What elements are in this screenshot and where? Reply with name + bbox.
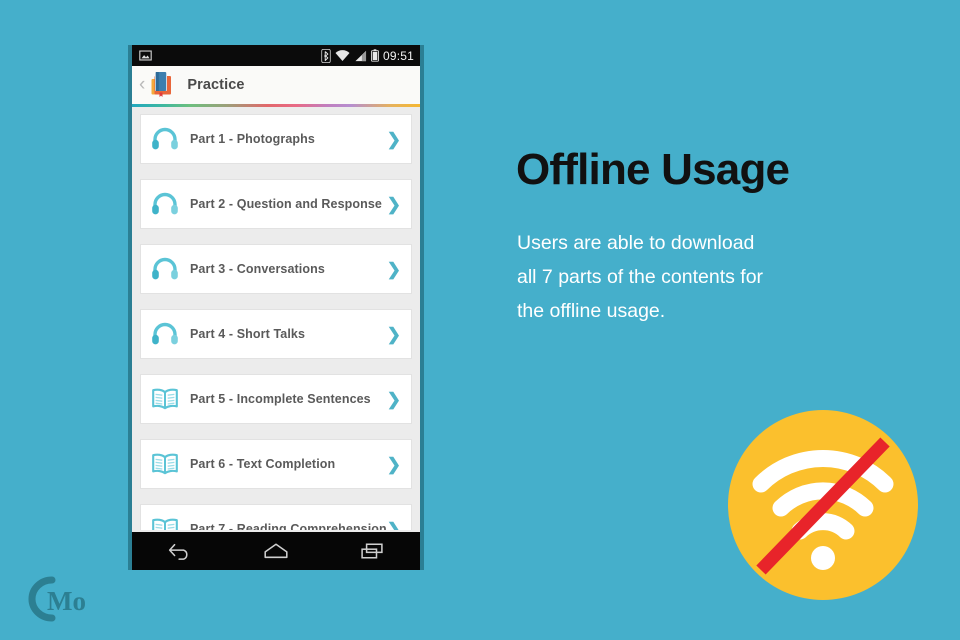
- headphones-icon: [150, 254, 180, 284]
- list-item-label: Part 1 - Photographs: [190, 132, 315, 146]
- page-title: Offline Usage: [516, 145, 790, 194]
- list-item-label: Part 7 - Reading Comprehension: [190, 522, 387, 530]
- phone-screen: 09:51 ‹ Practice Part 1 - Photographs ❯ P…: [132, 45, 420, 570]
- list-item-label: Part 3 - Conversations: [190, 262, 325, 276]
- list-item[interactable]: Part 6 - Text Completion ❯: [140, 439, 412, 489]
- chevron-right-icon: ❯: [386, 324, 401, 344]
- app-bar: ‹ Practice: [132, 66, 420, 104]
- status-bar-clock: 09:51: [382, 48, 414, 63]
- list-item[interactable]: Part 3 - Conversations ❯: [140, 244, 412, 294]
- headphones-icon: [150, 124, 180, 154]
- chevron-right-icon: ❯: [386, 519, 402, 531]
- bluetooth-icon: [321, 48, 331, 63]
- wifi-icon: [335, 49, 350, 61]
- chevron-right-icon: ❯: [386, 259, 401, 279]
- list-item[interactable]: Part 7 - Reading Comprehension ❯: [140, 504, 412, 530]
- watermark-logo: Mo: [28, 576, 86, 622]
- no-wifi-offline-icon: [728, 410, 918, 600]
- chevron-right-icon: ❯: [386, 194, 401, 214]
- status-bar-right-icons: 09:51: [321, 48, 414, 63]
- app-bar-title: Practice: [187, 77, 245, 93]
- battery-icon: [371, 49, 379, 62]
- list-item[interactable]: Part 1 - Photographs ❯: [140, 114, 412, 164]
- headphones-icon: [150, 319, 180, 349]
- list-item-label: Part 4 - Short Talks: [190, 327, 305, 341]
- list-item-label: Part 6 - Text Completion: [190, 457, 336, 471]
- open-book-icon: [150, 384, 180, 414]
- list-item-label: Part 2 - Question and Response: [190, 197, 382, 211]
- description-line: the offline usage.: [517, 300, 666, 323]
- status-bar-left-icons: [139, 49, 321, 62]
- description-line: all 7 parts of the contents for: [517, 266, 764, 289]
- recent-apps-icon: [361, 543, 383, 559]
- nav-home-button[interactable]: [250, 536, 302, 566]
- nav-recents-button[interactable]: [346, 536, 398, 566]
- headphones-icon: [150, 189, 180, 219]
- open-book-icon: [150, 514, 180, 530]
- phone-mockup: 09:51 ‹ Practice Part 1 - Photographs ❯ P…: [128, 45, 424, 570]
- chevron-right-icon: ❯: [386, 389, 401, 409]
- list-item[interactable]: Part 5 - Incomplete Sentences ❯: [140, 374, 412, 424]
- list-item-label: Part 5 - Incomplete Sentences: [190, 392, 371, 406]
- screenshot-image-icon: [139, 50, 152, 61]
- list-item[interactable]: Part 4 - Short Talks ❯: [140, 309, 412, 359]
- status-bar: 09:51: [132, 45, 420, 66]
- open-book-icon: [150, 449, 180, 479]
- practice-parts-list[interactable]: Part 1 - Photographs ❯ Part 2 - Question …: [132, 107, 420, 530]
- description-line: Users are able to download: [517, 232, 755, 254]
- android-nav-bar: [132, 532, 420, 570]
- list-item[interactable]: Part 2 - Question and Response ❯: [140, 179, 412, 229]
- stacked-books-icon: [151, 72, 172, 97]
- chevron-right-icon: ❯: [386, 129, 401, 149]
- back-icon: [168, 543, 188, 560]
- svg-text:Mo: Mo: [47, 586, 86, 616]
- signal-bars-icon: [355, 50, 367, 61]
- app-bar-back-button[interactable]: ‹: [139, 75, 145, 94]
- chevron-right-icon: ❯: [386, 454, 401, 474]
- nav-back-button[interactable]: [154, 536, 206, 566]
- home-icon: [264, 543, 288, 559]
- description-text: Users are able to download all 7 parts of…: [517, 226, 917, 328]
